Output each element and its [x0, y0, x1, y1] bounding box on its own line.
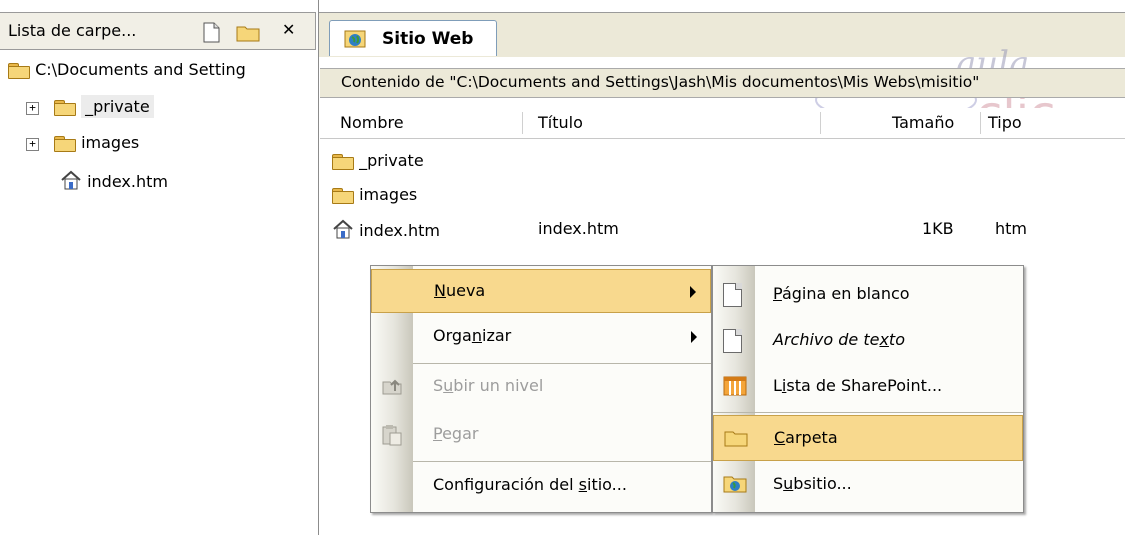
submenu-item-pagina-en-blanco[interactable]: Página en blanco	[713, 272, 1023, 318]
column-header: Nombre Título Tamaño Tipo	[320, 108, 1125, 139]
folder-icon	[332, 186, 354, 204]
file-size: 1KB	[922, 219, 954, 238]
menu-item-label: Organizar	[433, 326, 512, 345]
expand-icon[interactable]: +	[26, 138, 39, 151]
expand-icon[interactable]: +	[26, 102, 39, 115]
context-menu: Nueva Organizar Subir un nivel Pegar Con…	[370, 265, 712, 513]
menu-item-label: Pegar	[433, 424, 479, 443]
column-divider[interactable]	[980, 112, 981, 134]
menu-item-pegar[interactable]: Pegar	[371, 413, 711, 457]
menu-item-label: Página en blanco	[773, 284, 910, 303]
path-text: Contenido de "C:\Documents and Settings\…	[341, 73, 980, 91]
menu-item-label: Nueva	[434, 281, 486, 300]
home-page-icon	[333, 219, 353, 239]
paste-icon	[382, 425, 402, 446]
submenu-item-archivo-de-texto[interactable]: Archivo de texto	[713, 318, 1023, 364]
menu-separator	[713, 412, 1023, 413]
menu-item-label: Carpeta	[774, 428, 838, 447]
menu-item-configuracion[interactable]: Configuración del sitio...	[371, 464, 711, 508]
file-title: index.htm	[538, 219, 619, 238]
tree-item-images[interactable]: + images	[26, 133, 139, 152]
menu-item-label: Lista de SharePoint...	[773, 376, 943, 395]
sharepoint-list-icon	[723, 376, 747, 396]
file-name: index.htm	[359, 221, 440, 240]
column-size[interactable]: Tamaño	[892, 113, 954, 132]
path-bar: Contenido de "C:\Documents and Settings\…	[320, 68, 1125, 98]
file-row-images[interactable]: images	[332, 185, 417, 213]
folder-icon	[54, 98, 76, 116]
tree-root-label: C:\Documents and Setting	[35, 60, 246, 79]
new-folder-icon[interactable]	[235, 21, 260, 43]
file-row-index[interactable]: index.htm index.htm 1KB htm	[332, 219, 1112, 247]
tree-item-label: _private	[81, 95, 154, 118]
file-type: htm	[995, 219, 1027, 238]
tree-root[interactable]: C:\Documents and Setting	[8, 60, 246, 79]
submenu-item-carpeta[interactable]: Carpeta	[713, 415, 1023, 461]
column-type[interactable]: Tipo	[988, 113, 1022, 132]
home-page-icon	[61, 170, 81, 190]
menu-item-label: Archivo de texto	[773, 330, 905, 349]
submenu-nueva: Página en blanco Archivo de texto Lista …	[712, 265, 1024, 513]
tree-item-label: index.htm	[87, 172, 168, 191]
tab-label: Sitio Web	[382, 29, 474, 49]
tree-item-index[interactable]: index.htm	[60, 170, 168, 191]
menu-item-label: Subir un nivel	[433, 376, 544, 395]
folder-list-title: Lista de carpe...	[8, 21, 137, 40]
column-divider[interactable]	[522, 112, 523, 134]
new-page-icon[interactable]	[200, 21, 224, 43]
menu-separator	[413, 363, 711, 364]
column-name[interactable]: Nombre	[340, 113, 404, 132]
menu-item-subir-un-nivel[interactable]: Subir un nivel	[371, 365, 711, 409]
folder-icon	[8, 61, 30, 79]
folder-icon	[724, 431, 748, 447]
tree-item-private[interactable]: + _private	[26, 95, 154, 118]
file-name: _private	[359, 151, 424, 170]
submenu-arrow-icon	[691, 331, 697, 343]
subsite-icon	[723, 476, 747, 493]
up-folder-icon	[382, 379, 402, 395]
menu-item-nueva[interactable]: Nueva	[371, 269, 711, 313]
submenu-item-subsitio[interactable]: Subsitio...	[713, 462, 1023, 508]
submenu-arrow-icon	[690, 286, 696, 298]
file-row-private[interactable]: _private	[332, 151, 424, 179]
close-icon[interactable]: ✕	[282, 20, 295, 39]
folder-list-pane: Lista de carpe... ✕ C:\Documents and Set…	[0, 0, 319, 535]
text-file-icon	[723, 329, 742, 353]
blank-page-icon	[723, 283, 742, 307]
menu-separator	[413, 461, 711, 462]
folder-list-header: Lista de carpe... ✕	[0, 12, 316, 50]
folder-icon	[54, 134, 76, 152]
menu-item-label: Configuración del sitio...	[433, 475, 627, 494]
folder-icon	[332, 152, 354, 170]
column-divider[interactable]	[820, 112, 821, 134]
column-title[interactable]: Título	[538, 113, 583, 132]
submenu-item-lista-sharepoint[interactable]: Lista de SharePoint...	[713, 364, 1023, 410]
website-icon	[344, 30, 366, 48]
menu-item-organizar[interactable]: Organizar	[371, 315, 711, 359]
menu-item-label: Subsitio...	[773, 474, 852, 493]
tab-sitio-web[interactable]: Sitio Web	[329, 20, 497, 56]
file-name: images	[359, 185, 418, 204]
tree-item-label: images	[81, 133, 140, 152]
